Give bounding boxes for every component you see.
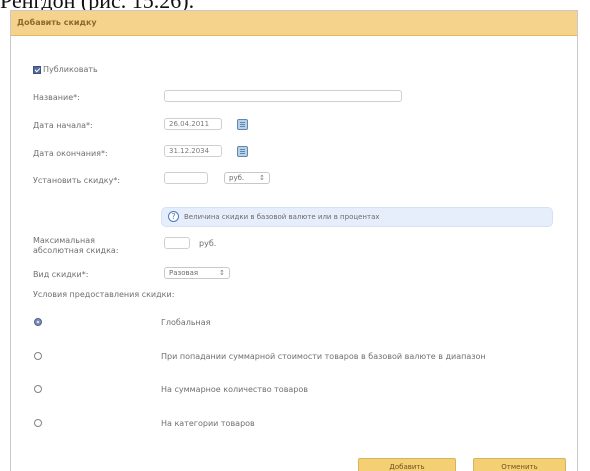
max-discount-label-line2: абсолютная скидка: [33,246,119,255]
conditions-label: Условия предоставления скидки: [33,290,175,299]
discount-type-label: Вид скидки*: [33,270,89,279]
hint-box: ? Величина скидки в базовой валюте или в… [161,207,553,227]
add-discount-dialog: Добавить скидку Публиковать Название*: Д… [10,10,578,471]
name-label: Название*: [33,93,80,102]
radio-quantity[interactable] [34,385,42,393]
chevron-updown-icon: ↕ [259,174,265,182]
name-input[interactable] [164,90,402,102]
currency-select[interactable]: руб. ↕ [224,172,270,184]
start-date-label: Дата начала*: [33,121,93,130]
option-sum-range-label: При попадании суммарной стоимости товаро… [161,352,486,361]
set-discount-label: Установить скидку*: [33,176,121,185]
add-button[interactable]: Добавить [358,458,456,471]
discount-value-input[interactable] [164,172,208,184]
max-discount-unit: руб. [199,239,217,248]
calendar-icon[interactable] [237,146,248,157]
cancel-button[interactable]: Отменить [473,458,566,471]
publish-checkbox[interactable] [33,66,41,74]
chevron-updown-icon: ↕ [219,269,225,277]
max-discount-label-line1: Максимальная [33,236,95,245]
end-date-label: Дата окончания*: [33,149,108,158]
calendar-icon[interactable] [237,119,248,130]
publish-label: Публиковать [43,65,98,74]
option-categories-label: На категории товаров [161,419,255,428]
currency-value: руб. [229,174,245,182]
end-date-input[interactable]: 31.12.2034 [164,145,222,157]
dialog-title: Добавить скидку [11,11,577,36]
hint-text: Величина скидки в базовой валюте или в п… [184,213,380,221]
option-global-label: Глобальная [161,318,211,327]
info-icon: ? [168,211,179,222]
max-discount-input[interactable] [164,237,190,249]
discount-type-value: Разовая [169,269,199,277]
radio-categories[interactable] [34,419,42,427]
start-date-input[interactable]: 26.04.2011 [164,118,222,130]
discount-type-select[interactable]: Разовая ↕ [164,267,230,279]
option-quantity-label: На суммарное количество товаров [161,385,308,394]
radio-sum-range[interactable] [34,352,42,360]
radio-global[interactable] [34,318,42,326]
